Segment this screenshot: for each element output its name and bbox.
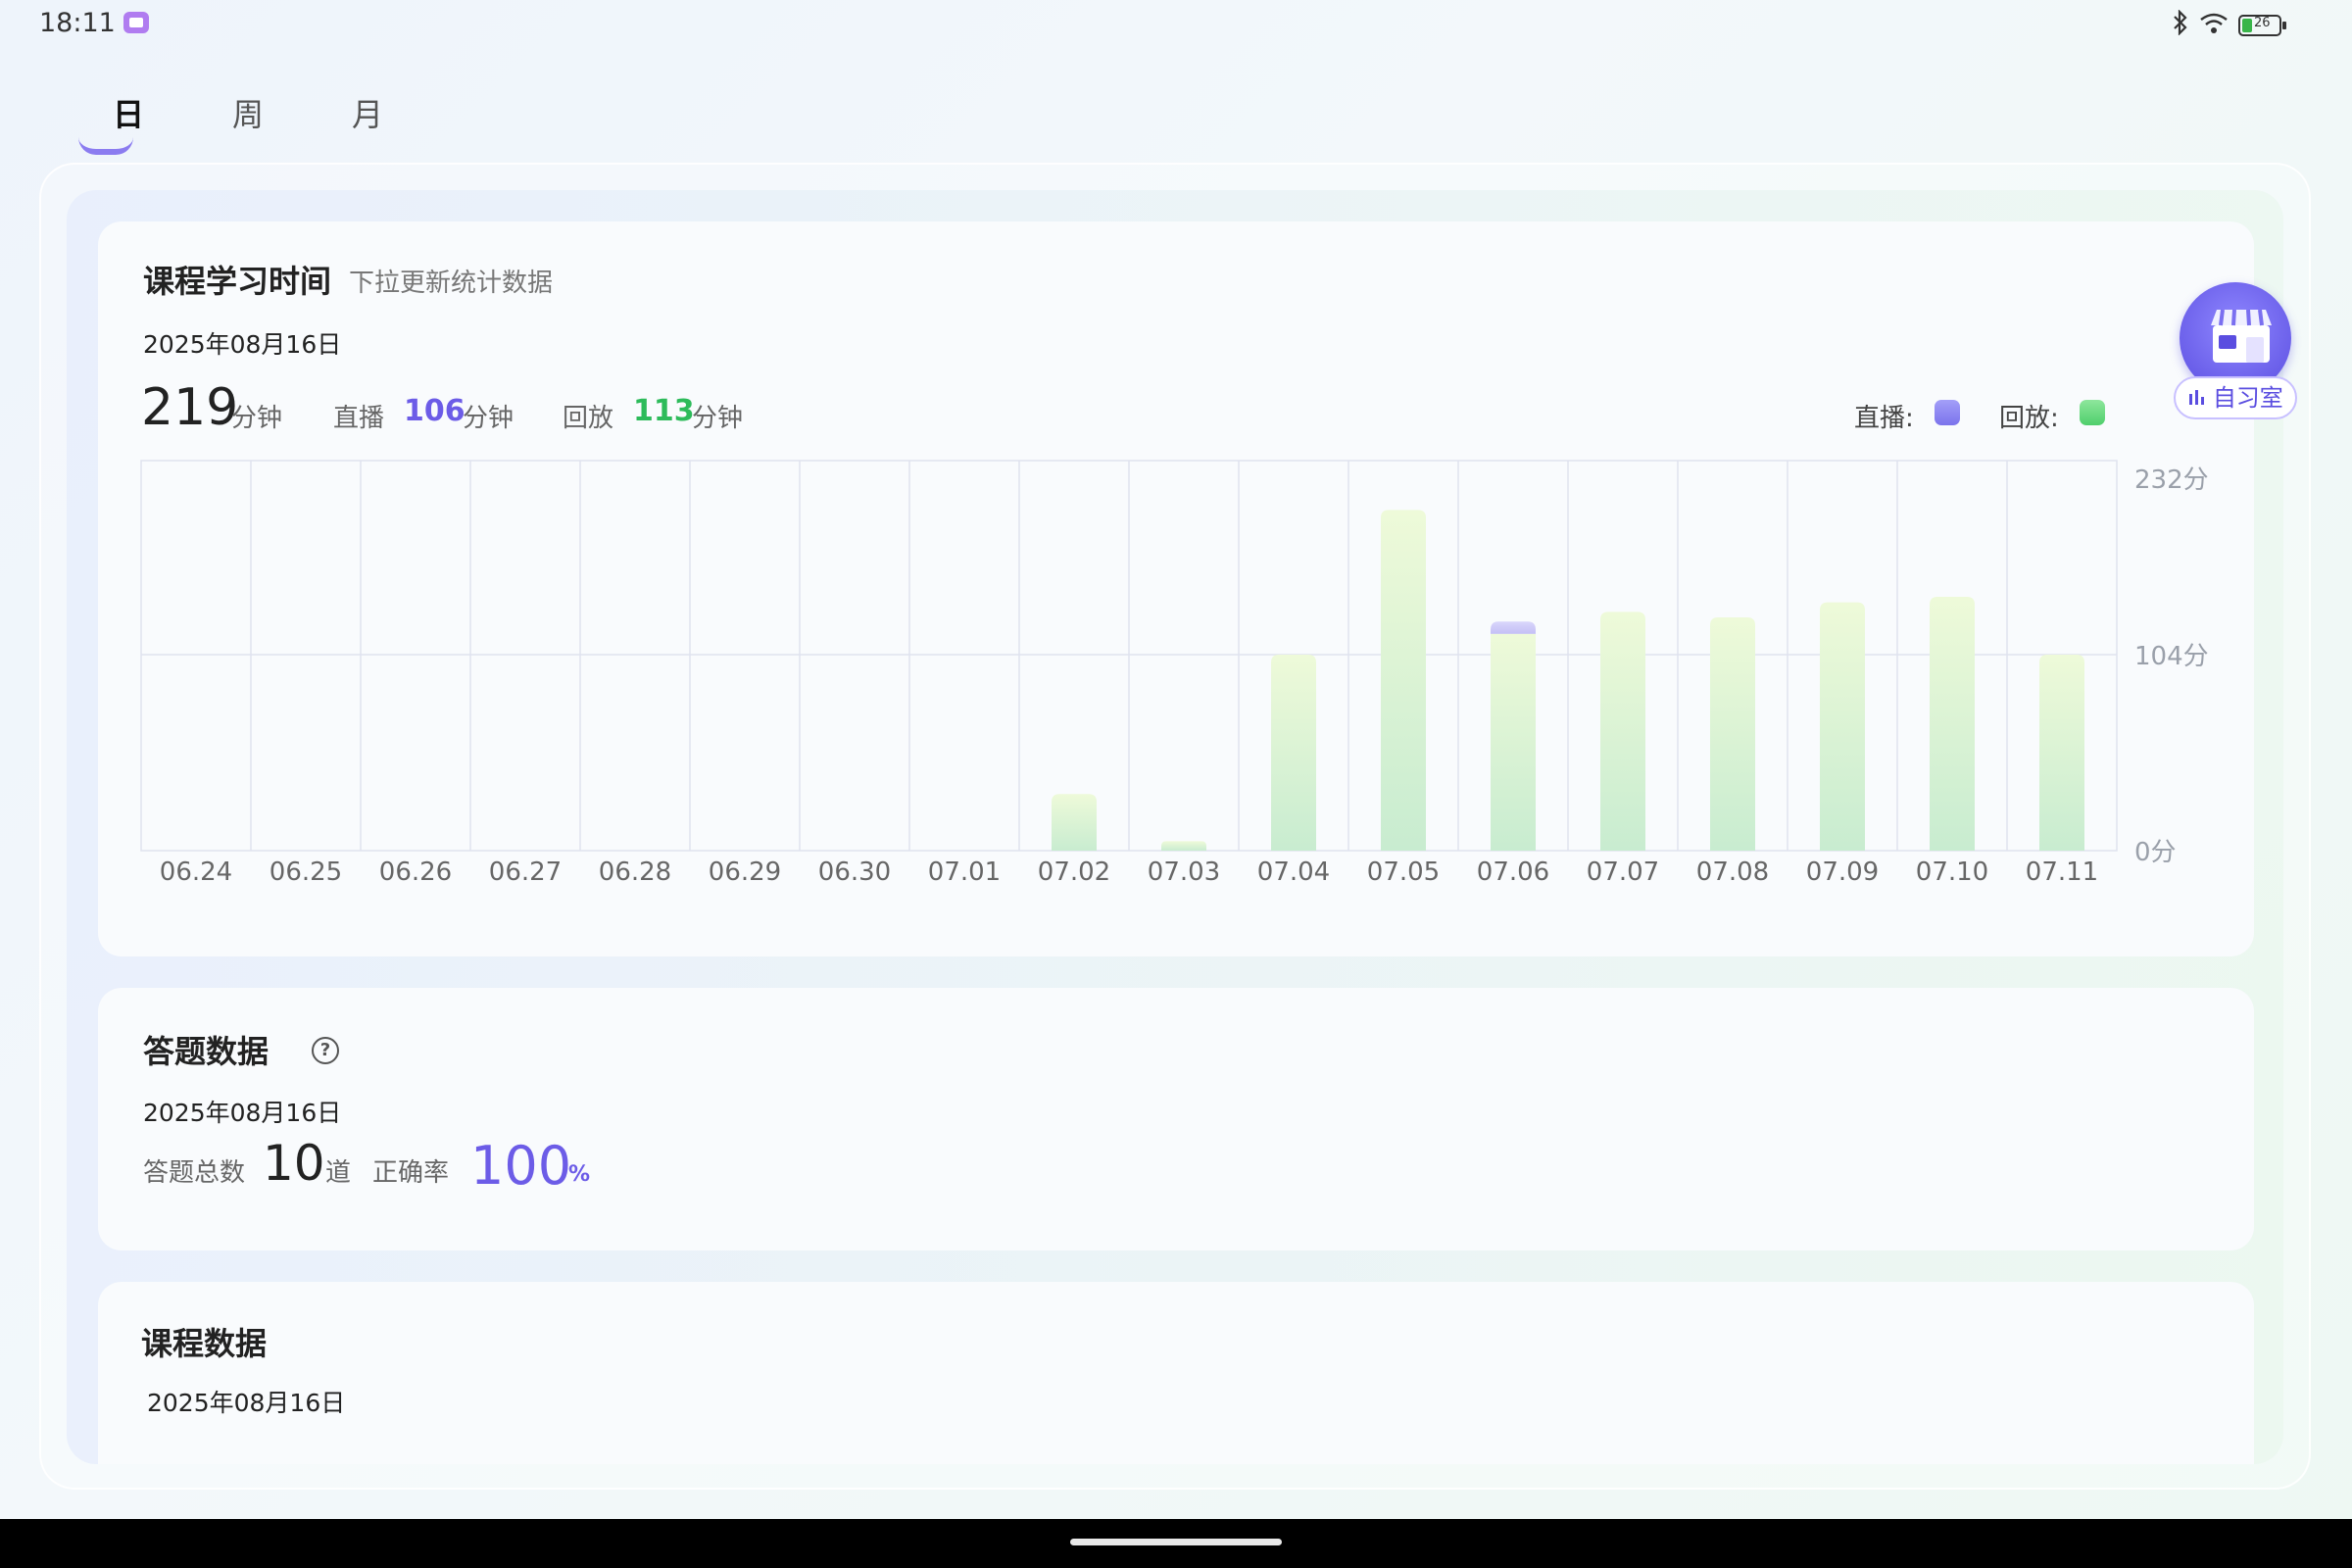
bar-replay-07.05 (1381, 510, 1426, 851)
x-tick-label: 06.24 (160, 858, 232, 887)
bar-replay-07.03 (1161, 841, 1206, 851)
bar-chart-icon (2187, 384, 2213, 412)
x-tick-label: 06.25 (270, 858, 342, 887)
x-tick-label: 07.10 (1916, 858, 1988, 887)
x-tick-label: 06.30 (818, 858, 891, 887)
x-tick-label: 07.05 (1367, 858, 1440, 887)
status-icons: 26 (2172, 9, 2286, 40)
bar-replay-07.11 (2039, 655, 2084, 851)
total-questions-value: 10 (263, 1135, 325, 1192)
x-tick-label: 07.02 (1038, 858, 1110, 887)
x-tick-label: 07.09 (1806, 858, 1879, 887)
battery-level: 26 (2254, 15, 2271, 30)
bluetooth-icon (2172, 9, 2189, 40)
study-time-chart: 232分 104分 0分 06.24 06.25 06.26 06.27 06.28 06.29… (140, 460, 2209, 887)
home-indicator[interactable] (1070, 1539, 1282, 1545)
wifi-icon (2199, 12, 2229, 39)
accuracy-unit: % (568, 1162, 591, 1187)
self-study-room-button[interactable]: 自习室 (2174, 282, 2299, 423)
x-tick-label: 07.11 (2026, 858, 2098, 887)
bar-replay-07.04 (1271, 655, 1316, 851)
accuracy-value: 100 (470, 1135, 572, 1197)
tab-day-label: 日 (112, 96, 144, 133)
y-tick-label: 0分 (2134, 838, 2177, 867)
course-data-title: 课程数据 (141, 1325, 268, 1362)
self-study-room-label: 自习室 (2174, 376, 2297, 419)
tab-day[interactable]: 日 (69, 90, 188, 159)
answer-data-title: 答题数据 (143, 1033, 270, 1070)
total-questions-unit: 道 (325, 1158, 352, 1188)
self-study-room-text: 自习室 (2212, 384, 2283, 412)
period-tabs: 日 周 月 (69, 90, 427, 159)
bar-replay-07.07 (1600, 612, 1645, 851)
total-questions-label: 答题总数 (143, 1158, 246, 1188)
study-time-card: 课程学习时间 下拉更新统计数据 2025年08月16日 219 分钟 直播 10… (98, 221, 2254, 956)
help-icon[interactable]: ? (312, 1037, 339, 1064)
x-tick-label: 06.28 (599, 858, 671, 887)
x-tick-label: 07.04 (1257, 858, 1330, 887)
status-bar: 18:11 26 (0, 0, 2352, 49)
active-tab-indicator (78, 137, 133, 155)
x-tick-label: 06.29 (709, 858, 781, 887)
accuracy-label: 正确率 (372, 1158, 450, 1188)
bar-replay-07.02 (1052, 794, 1097, 851)
answer-date: 2025年08月16日 (143, 1099, 342, 1127)
tab-month-label: 月 (351, 96, 383, 133)
tab-week[interactable]: 周 (188, 90, 308, 159)
x-tick-label: 07.07 (1587, 858, 1659, 887)
tab-week-label: 周 (231, 96, 264, 133)
video-app-icon (123, 12, 149, 33)
course-data-card: 课程数据 2025年08月16日 (98, 1282, 2254, 1464)
x-tick-label: 07.06 (1477, 858, 1549, 887)
y-tick-label: 232分 (2134, 466, 2209, 495)
bar-replay-07.09 (1820, 602, 1865, 851)
bar-replay-07.06 (1491, 633, 1536, 851)
x-tick-label: 07.08 (1696, 858, 1769, 887)
x-tick-label: 07.03 (1148, 858, 1220, 887)
x-tick-label: 06.26 (379, 858, 452, 887)
x-tick-label: 06.27 (489, 858, 562, 887)
bar-live-07.06 (1491, 621, 1536, 634)
y-tick-label: 104分 (2134, 642, 2209, 671)
status-time: 18:11 (39, 8, 116, 38)
bar-replay-07.08 (1710, 617, 1755, 851)
battery-icon: 26 (2238, 14, 2286, 36)
tab-month[interactable]: 月 (308, 90, 427, 159)
bar-replay-07.10 (1930, 596, 1975, 851)
x-tick-label: 07.01 (928, 858, 1001, 887)
answer-data-card: 答题数据 ? 2025年08月16日 答题总数 10 道 正确率 100 % (98, 988, 2254, 1250)
course-date: 2025年08月16日 (147, 1389, 346, 1417)
